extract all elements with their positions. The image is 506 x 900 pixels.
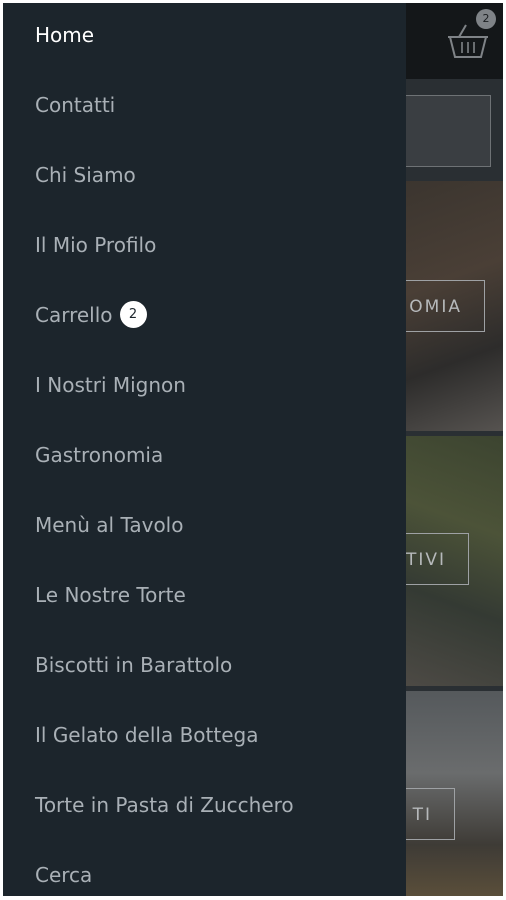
category-tile[interactable]: TI [403,691,503,896]
nav-item-home[interactable]: Home [35,15,94,55]
category-tile[interactable]: OMIA [403,181,503,431]
nav-item-label: Gastronomia [35,443,164,467]
nav-item-gelato[interactable]: Il Gelato della Bottega [35,715,259,755]
nav-item-carrello[interactable]: Carrello 2 [35,295,147,335]
nav-item-pasta-zucchero[interactable]: Torte in Pasta di Zucchero [35,785,294,825]
cart-count-badge: 2 [476,9,496,29]
nav-item-biscotti[interactable]: Biscotti in Barattolo [35,645,232,685]
nav-item-cerca[interactable]: Cerca [35,855,92,895]
cart-button[interactable]: 2 [446,9,496,63]
category-tile-label: TI [403,788,455,840]
nav-item-chi-siamo[interactable]: Chi Siamo [35,155,136,195]
nav-item-contatti[interactable]: Contatti [35,85,115,125]
nav-item-label: Carrello [35,303,113,327]
nav-item-label: Home [35,23,95,47]
nav-item-label: Chi Siamo [35,163,136,187]
navigation-drawer: Home Contatti Chi Siamo Il Mio Profilo C… [3,3,406,896]
category-tile[interactable]: TIVI [403,436,503,686]
app-frame: 2 OMIA TIVI TI Home Contatti Chi Siamo I… [3,3,503,896]
nav-item-profilo[interactable]: Il Mio Profilo [35,225,156,265]
nav-item-mignon[interactable]: I Nostri Mignon [35,365,186,405]
category-tile-label: OMIA [403,280,485,332]
category-tile-label: TIVI [403,533,469,585]
cart-count-badge: 2 [119,301,147,328]
nav-item-label: Il Gelato della Bottega [35,723,259,747]
nav-item-label: Contatti [35,93,116,117]
nav-item-label: Biscotti in Barattolo [35,653,233,677]
nav-item-menu-tavolo[interactable]: Menù al Tavolo [35,505,183,545]
nav-item-gastronomia[interactable]: Gastronomia [35,435,163,475]
nav-item-label: Il Mio Profilo [35,233,157,257]
nav-item-label: I Nostri Mignon [35,373,186,397]
nav-item-torte[interactable]: Le Nostre Torte [35,575,186,615]
nav-item-label: Cerca [35,863,93,887]
nav-item-label: Le Nostre Torte [35,583,186,607]
search-field[interactable] [401,95,491,167]
nav-item-label: Torte in Pasta di Zucchero [35,793,294,817]
nav-item-label: Menù al Tavolo [35,513,184,537]
